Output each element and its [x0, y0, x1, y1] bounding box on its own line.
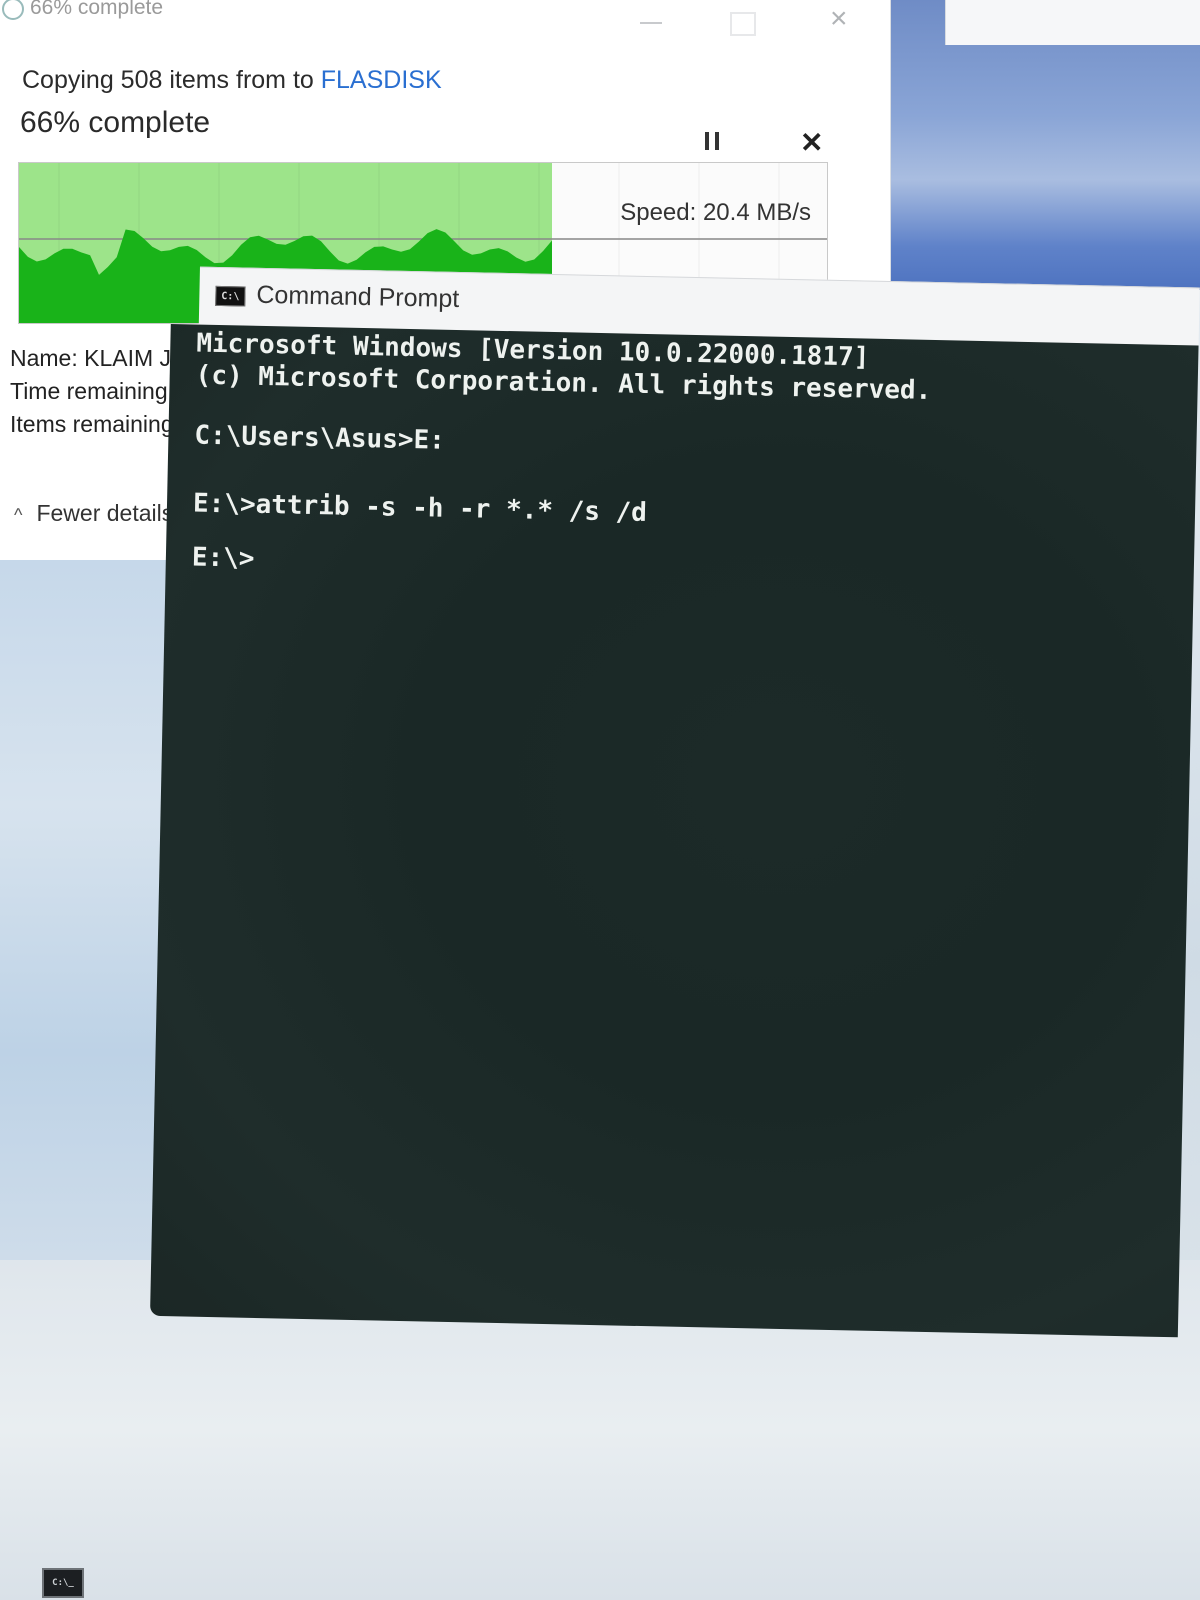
cmd-title: Command Prompt — [256, 280, 460, 314]
percent-complete: 66% complete — [20, 106, 211, 139]
background-window — [945, 0, 1200, 45]
progress-icon — [2, 0, 24, 20]
cmd-command-line: C:\Users\Asus>E: — [194, 420, 446, 456]
chevron-up-icon: ^ — [14, 505, 23, 525]
fewer-details-button[interactable]: ^ Fewer details — [14, 500, 173, 527]
file-name-label: Name: KLAIM JP — [10, 345, 187, 371]
cancel-copy-button[interactable]: ✕ — [800, 126, 823, 159]
cmd-prompt-line[interactable]: E:\> — [192, 542, 255, 573]
items-remaining-label: Items remaining: — [10, 411, 181, 437]
destination-link[interactable]: FLASDISK — [321, 66, 442, 94]
fewer-details-label: Fewer details — [36, 500, 174, 526]
cmd-console[interactable]: Microsoft Windows [Version 10.0.22000.18… — [150, 323, 1199, 1338]
titlebar-progress-text: 66% complete — [30, 0, 164, 19]
copy-details: Name: KLAIM JP Time remaining: Items rem… — [10, 342, 186, 441]
cmd-command-line: E:\>attrib -s -h -r *.* /s /d — [192, 488, 648, 528]
pause-button[interactable] — [705, 132, 719, 150]
close-window-button[interactable]: × — [830, 2, 848, 36]
speed-label: Speed: 20.4 MB/s — [620, 199, 811, 226]
minimize-button[interactable] — [640, 22, 662, 24]
command-prompt-window[interactable]: C:\ Command Prompt Microsoft Windows [Ve… — [150, 266, 1200, 1338]
maximize-button[interactable] — [730, 12, 756, 36]
cmd-app-icon: C:\ — [215, 285, 246, 307]
time-remaining-label: Time remaining: — [10, 378, 175, 404]
copy-description: Copying 508 items from to FLASDISK — [22, 66, 442, 95]
copy-description-text: Copying 508 items from to — [22, 66, 321, 94]
taskbar-cmd-icon[interactable]: C:\_ — [42, 1568, 84, 1598]
